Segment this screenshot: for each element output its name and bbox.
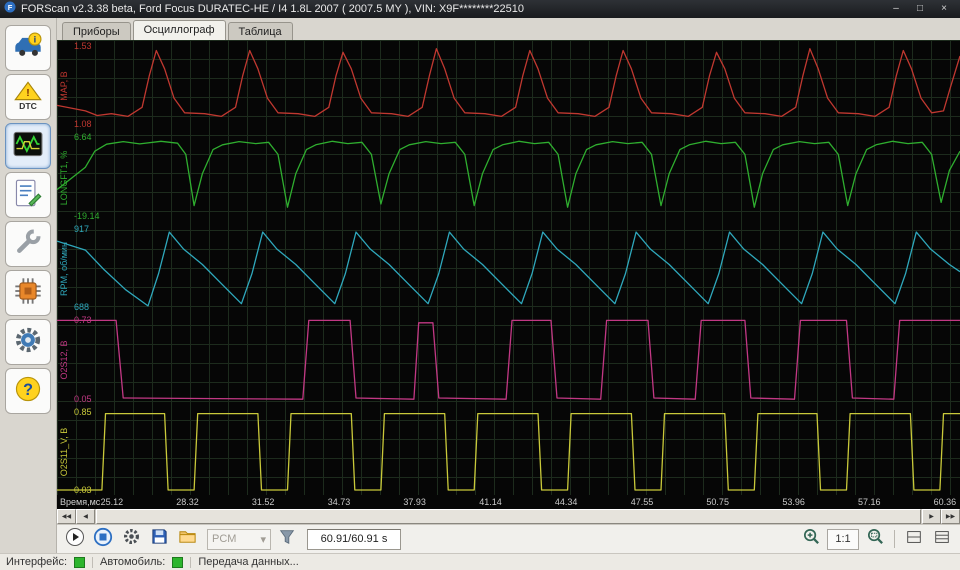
x-axis: Время,мс 25.12 28.32 31.52 34.73 37.93 41.14 4…	[57, 495, 960, 509]
scroll-far-left-button[interactable]: ◀◀	[57, 509, 76, 524]
sidebar-button-dtc[interactable]: ! DTC	[5, 74, 51, 120]
tab-table[interactable]: Таблица	[227, 22, 293, 41]
stacked-view-icon	[933, 528, 951, 551]
tab-oscilloscope[interactable]: Осциллограф	[132, 20, 226, 40]
scope-canvas	[57, 40, 960, 495]
play-icon	[65, 527, 85, 552]
status-divider	[92, 556, 93, 568]
sidebar-button-help[interactable]: ?	[5, 368, 51, 414]
forscan-window: F FORScan v2.3.38 beta, Ford Focus DURAT…	[0, 0, 960, 570]
minimize-button[interactable]: –	[884, 0, 908, 18]
module-select-value: PCM	[212, 533, 237, 545]
x-tick-label: 28.32	[176, 497, 199, 507]
programming-chip-icon	[13, 276, 43, 311]
x-tick-label: 57.16	[857, 497, 881, 507]
maximize-button[interactable]: □	[908, 0, 932, 18]
status-bar: Интерфейс: Автомобиль: Передача данных..…	[0, 553, 960, 570]
interface-label: Интерфейс:	[6, 556, 67, 568]
chevron-down-icon: ▾	[260, 533, 266, 546]
sidebar-button-log-table[interactable]	[5, 172, 51, 218]
play-button[interactable]	[63, 527, 87, 551]
title-bar: F FORScan v2.3.38 beta, Ford Focus DURAT…	[0, 0, 960, 18]
x-tick-label: 47.55	[630, 497, 654, 507]
gear-icon	[122, 527, 141, 551]
log-table-icon	[13, 178, 43, 213]
svg-text:i: i	[34, 34, 37, 44]
vehicle-label: Автомобиль:	[100, 556, 166, 568]
svg-text:DTC: DTC	[19, 100, 37, 109]
help-icon: ?	[13, 374, 43, 409]
floppy-icon	[150, 527, 169, 551]
signal-filter-button[interactable]	[275, 527, 299, 551]
scroll-far-right-button[interactable]: ▶▶	[941, 509, 960, 524]
x-tick-label: 37.93	[403, 497, 426, 507]
sidebar-button-settings[interactable]	[5, 319, 51, 365]
sidebar-button-programming[interactable]	[5, 270, 51, 316]
vehicle-status-led	[172, 556, 184, 568]
folder-icon	[178, 527, 197, 551]
x-tick-label: 34.73	[327, 497, 351, 507]
oscilloscope-icon	[13, 129, 43, 164]
zoom-selection-icon	[866, 527, 885, 551]
split-view-icon	[905, 528, 923, 551]
x-tick-label: 25.12	[100, 497, 124, 507]
status-divider	[190, 556, 192, 568]
zoom-in-icon	[802, 527, 821, 551]
x-tick-label: 60.36	[933, 497, 957, 507]
dtc-icon: ! DTC	[13, 80, 43, 115]
svg-text:!: !	[26, 88, 29, 99]
toolbar: PCM ▾ 60.91/60.91 s 1:1	[57, 524, 960, 553]
x-tick-label: 53.96	[782, 497, 805, 507]
scrollbar-thumb[interactable]	[96, 509, 921, 524]
scale-one-to-one-button[interactable]: 1:1	[827, 528, 859, 550]
oscilloscope-plot[interactable]: 1.53 1.08 MAP, B 6.64 -19.14 LONGFT1, % 917 688…	[57, 40, 960, 509]
scroll-left-button[interactable]: ◀	[76, 509, 95, 524]
save-button[interactable]	[147, 527, 171, 551]
open-file-button[interactable]	[175, 527, 199, 551]
window-title: FORScan v2.3.38 beta, Ford Focus DURATEC…	[21, 3, 524, 15]
stacked-view-button[interactable]	[930, 527, 954, 551]
time-display-field[interactable]: 60.91/60.91 s	[307, 528, 401, 550]
service-wrench-icon	[13, 227, 43, 262]
horizontal-scrollbar[interactable]: ◀◀ ◀ ▶ ▶▶	[57, 509, 960, 524]
sidebar-button-oscilloscope[interactable]	[5, 123, 51, 169]
zoom-selection-button[interactable]	[863, 527, 887, 551]
sidebar-button-vehicle-info[interactable]: i	[5, 25, 51, 71]
x-tick-label: 41.14	[479, 497, 502, 507]
scope-settings-button[interactable]	[119, 527, 143, 551]
module-select-dropdown[interactable]: PCM ▾	[207, 528, 271, 550]
tab-instruments[interactable]: Приборы	[62, 22, 131, 41]
activity-text: Передача данных...	[198, 556, 299, 568]
svg-text:F: F	[8, 3, 13, 12]
settings-gear-icon	[13, 325, 43, 360]
filter-icon	[278, 528, 296, 551]
interface-status-led	[74, 556, 85, 568]
stop-icon	[93, 527, 113, 552]
tab-bar: Приборы Осциллограф Таблица	[57, 18, 960, 41]
sidebar-button-service[interactable]	[5, 221, 51, 267]
scroll-right-button[interactable]: ▶	[922, 509, 941, 524]
vehicle-info-icon: i	[13, 31, 43, 66]
stop-button[interactable]	[91, 527, 115, 551]
toolbar-divider	[894, 530, 895, 548]
x-tick-label: 44.34	[554, 497, 578, 507]
x-tick-label: 31.52	[251, 497, 275, 507]
x-tick-label: 50.75	[706, 497, 729, 507]
close-button[interactable]: ×	[932, 0, 956, 18]
zoom-in-button[interactable]	[799, 527, 823, 551]
svg-text:?: ?	[23, 380, 33, 398]
app-icon: F	[4, 0, 16, 18]
x-axis-title: Время,мс	[60, 497, 101, 507]
sidebar: i ! DTC ?	[0, 18, 57, 553]
split-view-button[interactable]	[902, 527, 926, 551]
